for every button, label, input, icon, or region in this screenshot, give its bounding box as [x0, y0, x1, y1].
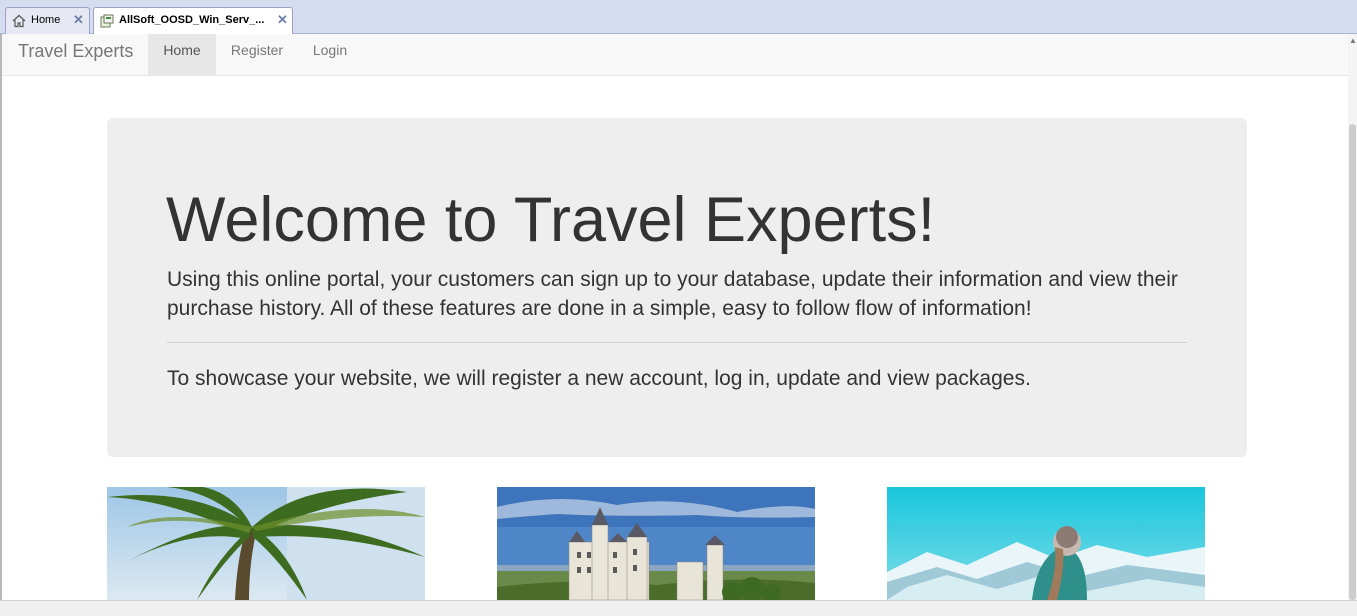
tab-home-close-icon[interactable]: ✕ [73, 12, 84, 28]
jumbotron-lead: Using this online portal, your customers… [167, 268, 1178, 320]
scrollbar-thumb[interactable] [1349, 124, 1356, 600]
site-navbar: Travel Experts Home Register Login [2, 34, 1348, 76]
vm-icon [100, 14, 114, 28]
tab-home[interactable]: Home ✕ [5, 7, 90, 34]
tab-vm[interactable]: AllSoft_OOSD_Win_Serv_... ✕ [93, 7, 293, 35]
castle-image [497, 487, 815, 600]
jumbotron-note: To showcase your website, we will regist… [167, 367, 1031, 390]
jumbotron-divider [167, 342, 1187, 343]
nav-item-login[interactable]: Login [298, 34, 362, 75]
vertical-scrollbar[interactable]: ▲ [1348, 34, 1357, 600]
navbar-brand[interactable]: Travel Experts [18, 41, 133, 62]
snowy-mountain-image [887, 487, 1205, 600]
tab-vm-close-icon[interactable]: ✕ [277, 12, 288, 28]
scroll-up-icon[interactable]: ▲ [1349, 36, 1357, 46]
browser-tab-bar: Home ✕ AllSoft_OOSD_Win_Serv_... ✕ [0, 0, 1357, 35]
jumbotron: Welcome to Travel Experts! Using this on… [107, 118, 1247, 457]
bottom-bar [0, 600, 1357, 616]
palm-tree-image [107, 487, 425, 600]
house-icon [12, 14, 26, 28]
nav-item-register[interactable]: Register [216, 34, 298, 75]
tab-vm-label: AllSoft_OOSD_Win_Serv_... [119, 14, 265, 26]
tab-home-label: Home [31, 14, 61, 26]
jumbotron-title: Welcome to Travel Experts! [166, 185, 936, 255]
nav-item-home[interactable]: Home [148, 34, 216, 75]
